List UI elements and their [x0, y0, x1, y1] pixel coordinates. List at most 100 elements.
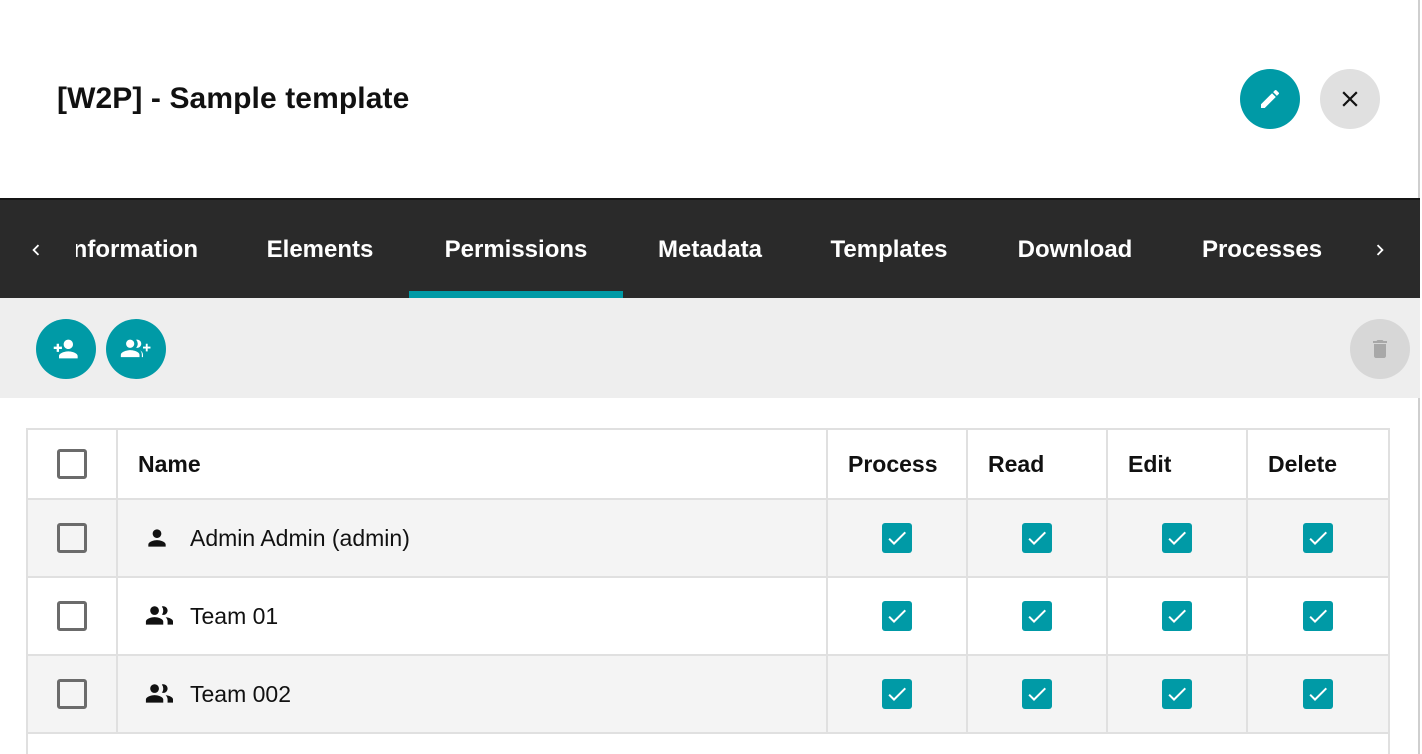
table-row[interactable]: Team 002 — [28, 656, 1388, 734]
process-checkbox[interactable] — [882, 601, 912, 631]
edit-button[interactable] — [1240, 69, 1300, 129]
column-header-delete: Delete — [1268, 450, 1338, 477]
tabs-viewport: Information Elements Permissions Metadat… — [76, 200, 1352, 298]
process-cell — [828, 656, 968, 732]
check-icon — [1028, 687, 1046, 701]
check-icon — [1309, 531, 1327, 545]
table-row[interactable]: Team 01 — [28, 578, 1388, 656]
delete-button[interactable] — [1350, 319, 1410, 379]
row-select-cell — [28, 578, 118, 654]
tab-label: Processes — [1201, 236, 1323, 263]
row-name-cell: Team 002 — [118, 656, 828, 732]
select-all-checkbox[interactable] — [57, 449, 87, 479]
read-checkbox[interactable] — [1022, 601, 1052, 631]
read-checkbox[interactable] — [1022, 523, 1052, 553]
process-cell — [828, 500, 968, 576]
column-header-name: Name — [138, 450, 201, 477]
delete-checkbox[interactable] — [1303, 679, 1333, 709]
edit-cell — [1108, 578, 1248, 654]
dialog-header: [W2P] - Sample template — [0, 0, 1420, 198]
tab-label: Permissions — [444, 236, 588, 263]
edit-cell — [1108, 500, 1248, 576]
add-user-icon — [53, 339, 78, 359]
check-icon — [1028, 531, 1046, 545]
permissions-toolbar — [0, 298, 1420, 398]
header-select-cell — [28, 430, 118, 498]
tab-label: Elements — [266, 236, 374, 263]
tab-scroll-right-button[interactable] — [1360, 200, 1400, 298]
header-read-cell: Read — [968, 430, 1108, 498]
template-dialog: [W2P] - Sample template Information Elem… — [0, 0, 1420, 754]
row-select-cell — [28, 656, 118, 732]
column-header-process: Process — [848, 450, 938, 477]
check-icon — [888, 687, 906, 701]
tab-processes[interactable]: Processes — [1169, 200, 1352, 298]
check-icon — [1168, 609, 1186, 623]
tab-download[interactable]: Download — [981, 200, 1169, 298]
add-group-icon — [120, 339, 151, 358]
page-title: [W2P] - Sample template — [57, 82, 410, 115]
edit-checkbox[interactable] — [1162, 601, 1192, 631]
process-checkbox[interactable] — [882, 679, 912, 709]
tab-label: Templates — [830, 236, 948, 263]
check-icon — [888, 609, 906, 623]
add-group-button[interactable] — [106, 319, 166, 379]
delete-checkbox[interactable] — [1303, 523, 1333, 553]
close-button[interactable] — [1320, 69, 1380, 129]
read-cell — [968, 500, 1108, 576]
person-icon — [144, 523, 180, 553]
add-user-button[interactable] — [36, 319, 96, 379]
check-icon — [1028, 609, 1046, 623]
close-icon — [1342, 91, 1358, 107]
tab-permissions[interactable]: Permissions — [409, 200, 623, 298]
tab-scroll-left-button[interactable] — [16, 200, 56, 298]
header-edit-cell: Edit — [1108, 430, 1248, 498]
group-icon — [144, 679, 180, 709]
delete-checkbox[interactable] — [1303, 601, 1333, 631]
tab-bar: Information Elements Permissions Metadat… — [0, 198, 1420, 298]
check-icon — [888, 531, 906, 545]
tab-information[interactable]: Information — [76, 200, 200, 298]
read-cell — [968, 578, 1108, 654]
read-checkbox[interactable] — [1022, 679, 1052, 709]
row-name-cell: Admin Admin (admin) — [118, 500, 828, 576]
delete-cell — [1248, 656, 1388, 732]
process-cell — [828, 578, 968, 654]
edit-cell — [1108, 656, 1248, 732]
table-header-row: Name Process Read Edit Delete — [28, 430, 1388, 500]
chevron-left-icon — [32, 244, 40, 256]
row-select-checkbox[interactable] — [57, 601, 87, 631]
trash-icon — [1373, 340, 1387, 358]
row-name: Admin Admin (admin) — [190, 524, 410, 551]
delete-cell — [1248, 578, 1388, 654]
tab-elements[interactable]: Elements — [232, 200, 408, 298]
column-header-edit: Edit — [1128, 450, 1172, 477]
tab-label: Metadata — [657, 236, 763, 263]
table-row[interactable]: Admin Admin (admin) — [28, 500, 1388, 578]
edit-checkbox[interactable] — [1162, 679, 1192, 709]
row-select-checkbox[interactable] — [57, 679, 87, 709]
process-checkbox[interactable] — [882, 523, 912, 553]
check-icon — [1168, 531, 1186, 545]
chevron-right-icon — [1376, 244, 1384, 256]
header-process-cell: Process — [828, 430, 968, 498]
check-icon — [1309, 687, 1327, 701]
permissions-table: Name Process Read Edit Delete Admin Admi… — [26, 428, 1390, 734]
header-delete-cell: Delete — [1248, 430, 1388, 498]
check-icon — [1168, 687, 1186, 701]
tab-templates[interactable]: Templates — [797, 200, 981, 298]
active-tab-indicator — [409, 291, 623, 298]
pencil-icon — [1261, 89, 1280, 108]
edit-checkbox[interactable] — [1162, 523, 1192, 553]
tab-label: Information — [76, 236, 198, 263]
tab-metadata[interactable]: Metadata — [623, 200, 797, 298]
row-name: Team 002 — [190, 680, 292, 707]
row-select-cell — [28, 500, 118, 576]
row-name-cell: Team 01 — [118, 578, 828, 654]
row-name: Team 01 — [190, 602, 279, 629]
group-icon — [144, 601, 180, 631]
tab-label: Download — [1017, 236, 1133, 263]
check-icon — [1309, 609, 1327, 623]
row-select-checkbox[interactable] — [57, 523, 87, 553]
column-header-read: Read — [988, 450, 1045, 477]
